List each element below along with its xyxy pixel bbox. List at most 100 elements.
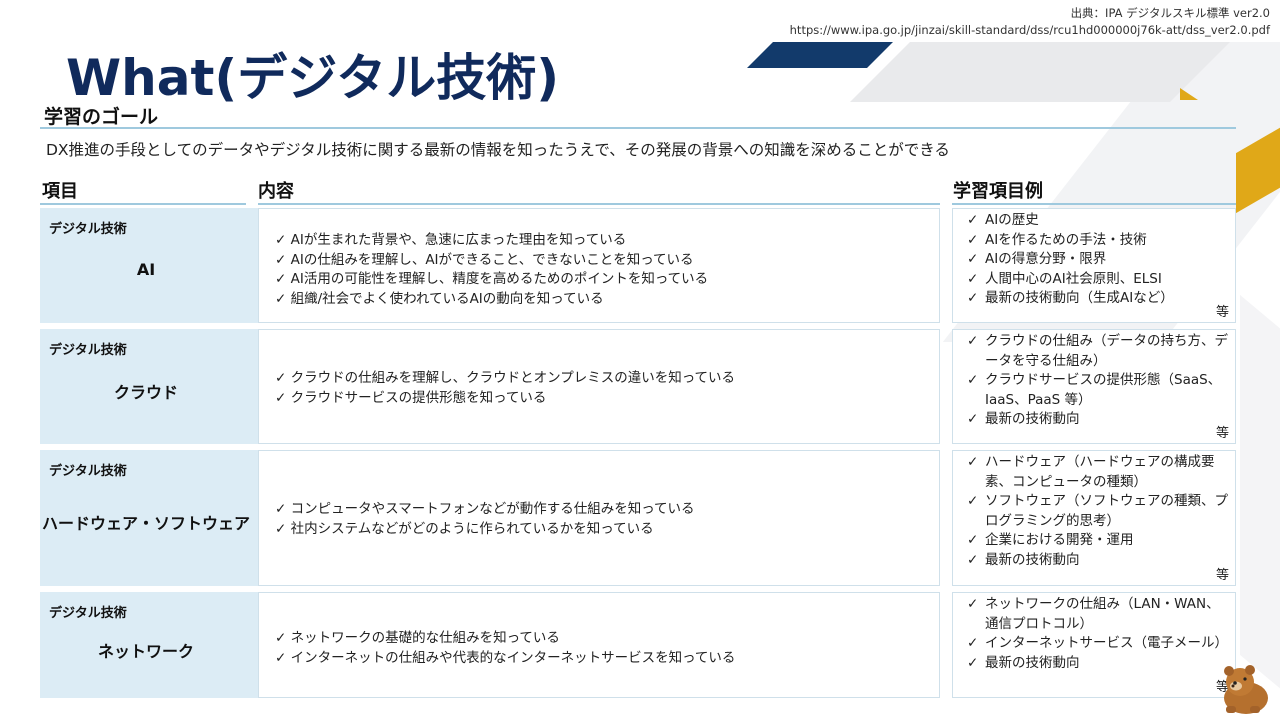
content-cell: ✓ クラウドの仕組みを理解し、クラウドとオンプレミスの違いを知っている ✓ クラウ…	[258, 329, 940, 444]
check-icon: ✓	[275, 389, 287, 406]
content-item: ✓ クラウドの仕組みを理解し、クラウドとオンプレミスの違いを知っている	[275, 370, 736, 386]
check-icon: ✓	[967, 654, 979, 671]
examples-cell: ✓ ネットワークの仕組み（LAN・WAN、通信プロトコル） ✓ インターネットサービス…	[952, 592, 1236, 698]
table-row: デジタル技術 クラウド ✓ クラウドの仕組みを理解し、クラウドとオンプレミスの違…	[40, 327, 1236, 446]
content-item: ✓ AIが生まれた背景や、急速に広まった理由を知っている	[275, 232, 627, 248]
check-icon: ✓	[275, 501, 287, 517]
example-item: ✓ AIの得意分野・限界	[967, 250, 1233, 270]
check-icon: ✓	[275, 290, 287, 307]
goal-text: DX推進の手段としてのデータやデジタル技術に関する最新の情報を知ったうえで、その…	[46, 141, 950, 159]
source-url[interactable]: https://www.ipa.go.jp/jinzai/skill-stand…	[790, 22, 1270, 39]
content-item: ✓ コンピュータやスマートフォンなどが動作する仕組みを知っている	[275, 501, 695, 517]
column-header-content: 内容	[258, 181, 294, 202]
example-item: ✓ クラウドサービスの提供形態（SaaS、IaaS、PaaS 等）	[967, 371, 1233, 410]
check-icon: ✓	[967, 551, 979, 568]
source-line: 出典：IPA デジタルスキル標準 ver2.0	[1070, 6, 1270, 20]
example-item: ✓ 人間中心のAI社会原則、ELSI	[967, 270, 1233, 290]
content-cell: ✓ ネットワークの基礎的な仕組みを知っている ✓ インターネットの仕組みや代表的な…	[258, 592, 940, 698]
example-item: ✓ 企業における開発・運用	[967, 531, 1233, 551]
etc-label: 等	[1215, 305, 1229, 320]
category-label: デジタル技術	[49, 464, 127, 479]
column-header-examples: 学習項目例	[953, 181, 1043, 202]
content-item: ✓ 社内システムなどがどのように作られているかを知っている	[275, 520, 654, 537]
example-item: ✓ AIを作るための手法・技術	[967, 231, 1233, 251]
column-header-item: 項目	[42, 181, 78, 202]
category-label: デジタル技術	[49, 222, 127, 237]
column-divider	[952, 203, 1236, 205]
category-name: ネットワーク	[97, 642, 194, 661]
check-icon: ✓	[967, 411, 979, 427]
page-title: What(デジタル技術)	[66, 49, 560, 107]
goal-divider	[40, 127, 1236, 129]
example-item: ✓ 最新の技術動向	[967, 551, 1233, 571]
check-icon: ✓	[967, 333, 979, 349]
accent-stripe-navy	[747, 42, 893, 68]
category-name: クラウド	[113, 383, 178, 402]
check-icon: ✓	[967, 270, 979, 287]
check-icon: ✓	[967, 290, 979, 306]
content-cell: ✓ AIが生まれた背景や、急速に広まった理由を知っている ✓ AIの仕組みを理解し…	[258, 208, 940, 323]
example-item: ✓ 最新の技術動向	[967, 654, 1233, 674]
etc-label: 等	[1215, 426, 1229, 441]
example-item: ✓ ソフトウェア（ソフトウェアの種類、プログラミング的思考）	[967, 492, 1233, 531]
examples-cell: ✓ クラウドの仕組み（データの持ち方、データを守る仕組み） ✓ クラウドサービスの提供…	[952, 329, 1236, 444]
check-icon: ✓	[967, 212, 979, 228]
category-cell: デジタル技術 ハードウェア・ソフトウェア	[40, 450, 262, 586]
category-name: ハードウェア・ソフトウェア	[41, 514, 250, 533]
content-list: ✓ コンピュータやスマートフォンなどが動作する仕組みを知っている ✓ 社内システム…	[275, 500, 695, 539]
examples-list: ✓ ハードウェア（ハードウェアの構成要素、コンピュータの種類） ✓ ソフトウェア（ソフ…	[967, 453, 1233, 570]
examples-list: ✓ クラウドの仕組み（データの持ち方、データを守る仕組み） ✓ クラウドサービスの提供…	[967, 332, 1233, 430]
background-shape	[850, 42, 1230, 102]
accent-triangle-gold	[1180, 88, 1198, 100]
content-list: ✓ ネットワークの基礎的な仕組みを知っている ✓ インターネットの仕組みや代表的な…	[275, 629, 735, 668]
background-shape	[1240, 294, 1280, 706]
category-cell: デジタル技術 AI	[40, 208, 262, 323]
check-icon: ✓	[275, 630, 287, 646]
examples-cell: ✓ ハードウェア（ハードウェアの構成要素、コンピュータの種類） ✓ ソフトウェア（ソフ…	[952, 450, 1236, 586]
example-item: ✓ 最新の技術動向（生成AIなど）	[967, 289, 1233, 309]
example-item: ✓ 最新の技術動向	[967, 410, 1233, 430]
category-cell: デジタル技術 クラウド	[40, 329, 262, 444]
example-item: ✓ インターネットサービス（電子メール）	[967, 634, 1233, 654]
check-icon: ✓	[275, 232, 287, 248]
check-icon: ✓	[967, 532, 979, 548]
check-icon: ✓	[967, 372, 979, 388]
content-item: ✓ ネットワークの基礎的な仕組みを知っている	[275, 630, 560, 646]
check-icon: ✓	[275, 271, 287, 287]
check-icon: ✓	[275, 251, 287, 268]
source-citation: 出典：IPA デジタルスキル標準 ver2.0 https://www.ipa.…	[790, 5, 1270, 39]
bear-mascot-icon	[1224, 665, 1268, 714]
content-item: ✓ AI活用の可能性を理解し、精度を高めるためのポイントを知っている	[275, 271, 709, 287]
check-icon: ✓	[967, 454, 979, 470]
check-icon: ✓	[967, 635, 979, 651]
example-item: ✓ ハードウェア（ハードウェアの構成要素、コンピュータの種類）	[967, 453, 1233, 492]
category-name: AI	[136, 260, 156, 279]
goal-heading: 学習のゴール	[44, 106, 159, 128]
content-item: ✓ AIの仕組みを理解し、AIができること、できないことを知っている	[275, 251, 694, 268]
check-icon: ✓	[967, 231, 979, 248]
check-icon: ✓	[967, 493, 979, 509]
example-item: ✓ AIの歴史	[967, 211, 1233, 231]
content-item: ✓ クラウドサービスの提供形態を知っている	[275, 389, 547, 406]
examples-list: ✓ ネットワークの仕組み（LAN・WAN、通信プロトコル） ✓ インターネットサービス…	[967, 595, 1233, 673]
column-divider	[40, 203, 246, 205]
table-row: デジタル技術 AI ✓ AIが生まれた背景や、急速に広まった理由を知っている ✓ …	[40, 206, 1236, 325]
examples-list: ✓ AIの歴史 ✓ AIを作るための手法・技術 ✓ AIの得意分野・限界 ✓ 人間中心のAI社…	[967, 211, 1233, 309]
check-icon: ✓	[967, 251, 979, 267]
content-list: ✓ AIが生まれた背景や、急速に広まった理由を知っている ✓ AIの仕組みを理解し…	[275, 231, 708, 309]
example-item: ✓ ネットワークの仕組み（LAN・WAN、通信プロトコル）	[967, 595, 1233, 634]
table-row: デジタル技術 ネットワーク ✓ ネットワークの基礎的な仕組みを知っている ✓ イン…	[40, 590, 1236, 700]
content-list: ✓ クラウドの仕組みを理解し、クラウドとオンプレミスの違いを知っている ✓ クラウ…	[275, 369, 735, 408]
example-item: ✓ クラウドの仕組み（データの持ち方、データを守る仕組み）	[967, 332, 1233, 371]
table-row: デジタル技術 ハードウェア・ソフトウェア ✓ コンピュータやスマートフォンなどが…	[40, 448, 1236, 588]
category-label: デジタル技術	[49, 343, 127, 358]
content-item: ✓ インターネットの仕組みや代表的なインターネットサービスを知っている	[275, 649, 736, 666]
examples-cell: ✓ AIの歴史 ✓ AIを作るための手法・技術 ✓ AIの得意分野・限界 ✓ 人間中心のAI社…	[952, 208, 1236, 323]
check-icon: ✓	[967, 596, 979, 612]
category-label: デジタル技術	[49, 606, 127, 621]
check-icon: ✓	[275, 370, 287, 386]
content-cell: ✓ コンピュータやスマートフォンなどが動作する仕組みを知っている ✓ 社内システム…	[258, 450, 940, 586]
column-divider	[258, 203, 940, 205]
content-item: ✓ 組織/社会でよく使われているAIの動向を知っている	[275, 290, 604, 307]
check-icon: ✓	[275, 649, 287, 666]
